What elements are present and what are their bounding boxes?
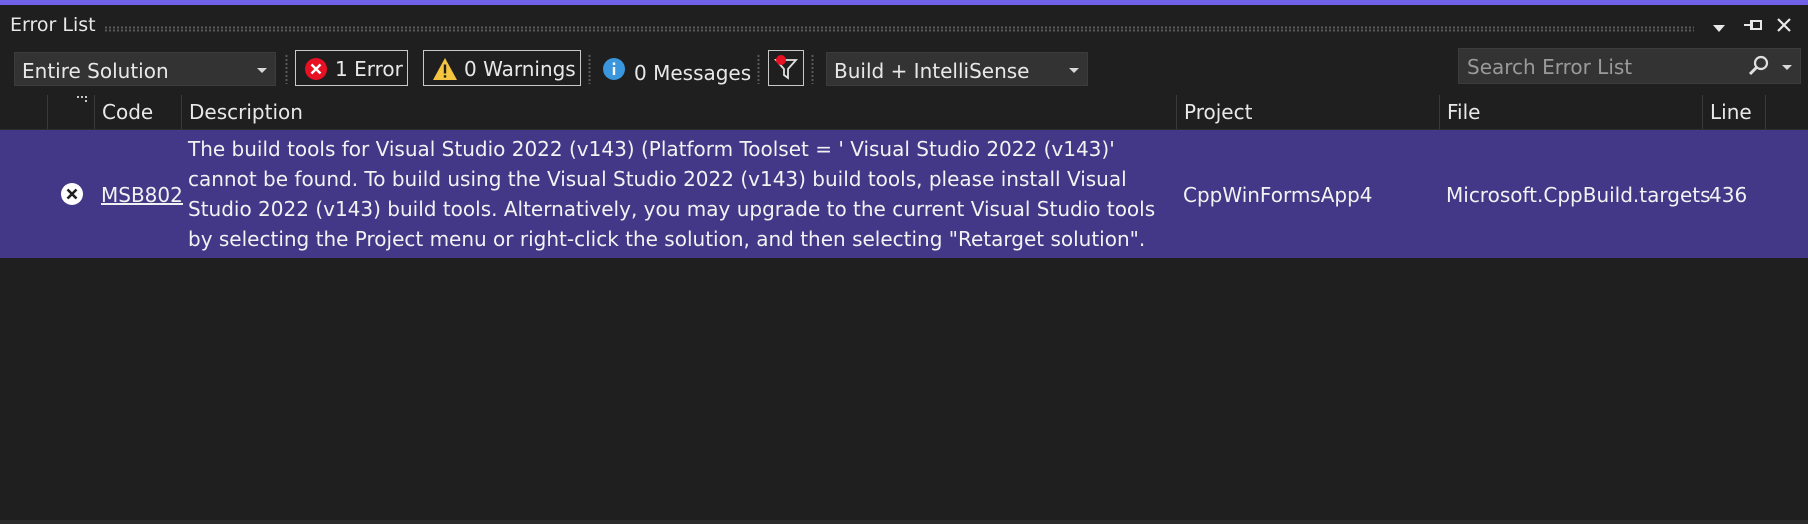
error-line-cell: 436 [1709, 183, 1748, 207]
column-header-line[interactable]: Line [1703, 95, 1765, 129]
close-icon[interactable] [1771, 13, 1797, 39]
info-icon [602, 57, 626, 85]
column-header-code[interactable]: Code [95, 95, 181, 129]
column-header-project[interactable]: Project [1177, 95, 1439, 129]
search-placeholder: Search Error List [1467, 55, 1633, 79]
toolbar-separator [757, 54, 760, 84]
toolbar-separator [811, 54, 814, 84]
error-circle-icon [60, 182, 84, 211]
error-file-cell: Microsoft.CppBuild.targets [1446, 183, 1711, 207]
column-divider [1765, 95, 1766, 129]
error-project-cell: CppWinFormsApp4 [1183, 183, 1373, 207]
source-dropdown-value: Build + IntelliSense [834, 59, 1030, 83]
messages-count-label: 0 Messages [634, 61, 752, 85]
messages-filter-button[interactable]: 0 Messages [594, 50, 752, 86]
error-code-link[interactable]: MSB8020 [101, 183, 183, 207]
dropdown-arrow-icon[interactable] [1706, 13, 1732, 39]
panel-bottom-border [0, 520, 1808, 524]
column-header-description[interactable]: Description [182, 95, 1176, 129]
column-chooser[interactable] [48, 95, 94, 129]
search-icon[interactable] [1748, 55, 1770, 81]
error-list-toolbar: Entire Solution 1 Error 0 Warnings 0 Mes… [0, 45, 1808, 95]
pin-icon[interactable] [1740, 13, 1766, 39]
errors-count-label: 1 Error [335, 57, 403, 81]
window-title: Error List [10, 14, 96, 36]
warnings-count-label: 0 Warnings [464, 57, 576, 81]
scope-dropdown-value: Entire Solution [22, 59, 169, 83]
search-box[interactable]: Search Error List [1458, 48, 1801, 84]
scope-dropdown[interactable]: Entire Solution [14, 52, 276, 86]
chevron-down-icon [1069, 68, 1079, 73]
errors-filter-button[interactable]: 1 Error [295, 50, 408, 86]
error-code-cell[interactable]: MSB8020 [101, 183, 183, 207]
toolbar-separator [588, 54, 591, 84]
chevron-down-icon [257, 68, 267, 73]
drag-grip[interactable] [104, 26, 1694, 32]
filter-icon [773, 54, 799, 85]
table-row[interactable]: MSB8020 The build tools for Visual Studi… [0, 130, 1808, 258]
error-description-cell: The build tools for Visual Studio 2022 (… [188, 137, 1156, 251]
warning-icon [432, 57, 458, 85]
column-header-file[interactable]: File [1440, 95, 1702, 129]
warnings-filter-button[interactable]: 0 Warnings [423, 50, 581, 86]
tool-window-titlebar: Error List [0, 5, 1808, 45]
source-dropdown[interactable]: Build + IntelliSense [826, 52, 1088, 86]
filter-button[interactable] [768, 50, 804, 86]
grid-header: Code Description Project File Line [0, 95, 1808, 130]
chevron-down-icon[interactable] [1782, 65, 1792, 70]
toolbar-separator [285, 54, 288, 84]
error-icon [304, 57, 328, 85]
